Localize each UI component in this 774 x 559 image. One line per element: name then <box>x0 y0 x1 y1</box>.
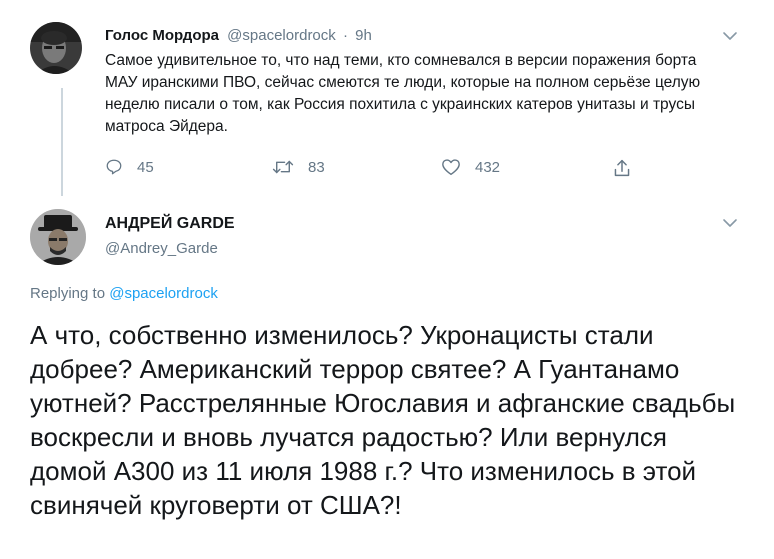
tweet1-header: Голос Мордора @spacelordrock · 9h <box>105 27 372 44</box>
tweet1-handle[interactable]: @spacelordrock <box>227 27 336 44</box>
share-icon <box>614 159 630 177</box>
user-avatar-icon <box>30 209 86 265</box>
reply-button[interactable]: 45 <box>105 158 154 176</box>
tweet1-text: Самое удивительное то, что над теми, кто… <box>105 52 701 135</box>
tweet1-author-name[interactable]: Голос Мордора <box>105 27 219 44</box>
retweet-button[interactable]: 83 <box>272 158 325 176</box>
replying-prefix: Replying to <box>30 285 106 302</box>
replying-to-link[interactable]: @spacelordrock <box>109 285 218 302</box>
thread-line <box>61 88 63 196</box>
retweet-count: 83 <box>308 158 325 176</box>
retweet-icon <box>272 160 294 174</box>
like-button[interactable]: 432 <box>441 158 500 176</box>
tweet1-separator: · <box>342 27 348 44</box>
reply-count: 45 <box>137 158 154 176</box>
tweet2-text: А что, собственно изменилось? Укронацист… <box>30 320 736 520</box>
user-avatar-icon <box>30 22 82 74</box>
tweet1-time[interactable]: 9h <box>355 27 372 44</box>
share-button[interactable] <box>613 158 645 178</box>
tweet1-chevron-down-icon[interactable] <box>722 30 738 42</box>
tweet2-avatar[interactable] <box>30 209 86 265</box>
tweet2-handle[interactable]: @Andrey_Garde <box>105 240 218 257</box>
like-count: 432 <box>475 158 501 176</box>
tweet2-author-name[interactable]: АНДРЕЙ GARDE <box>105 215 235 233</box>
reply-icon <box>106 159 122 175</box>
heart-icon <box>442 159 460 176</box>
replying-to: Replying to @spacelordrock <box>30 285 218 302</box>
tweet1-avatar[interactable] <box>30 22 82 74</box>
tweet2-chevron-down-icon[interactable] <box>722 217 738 229</box>
